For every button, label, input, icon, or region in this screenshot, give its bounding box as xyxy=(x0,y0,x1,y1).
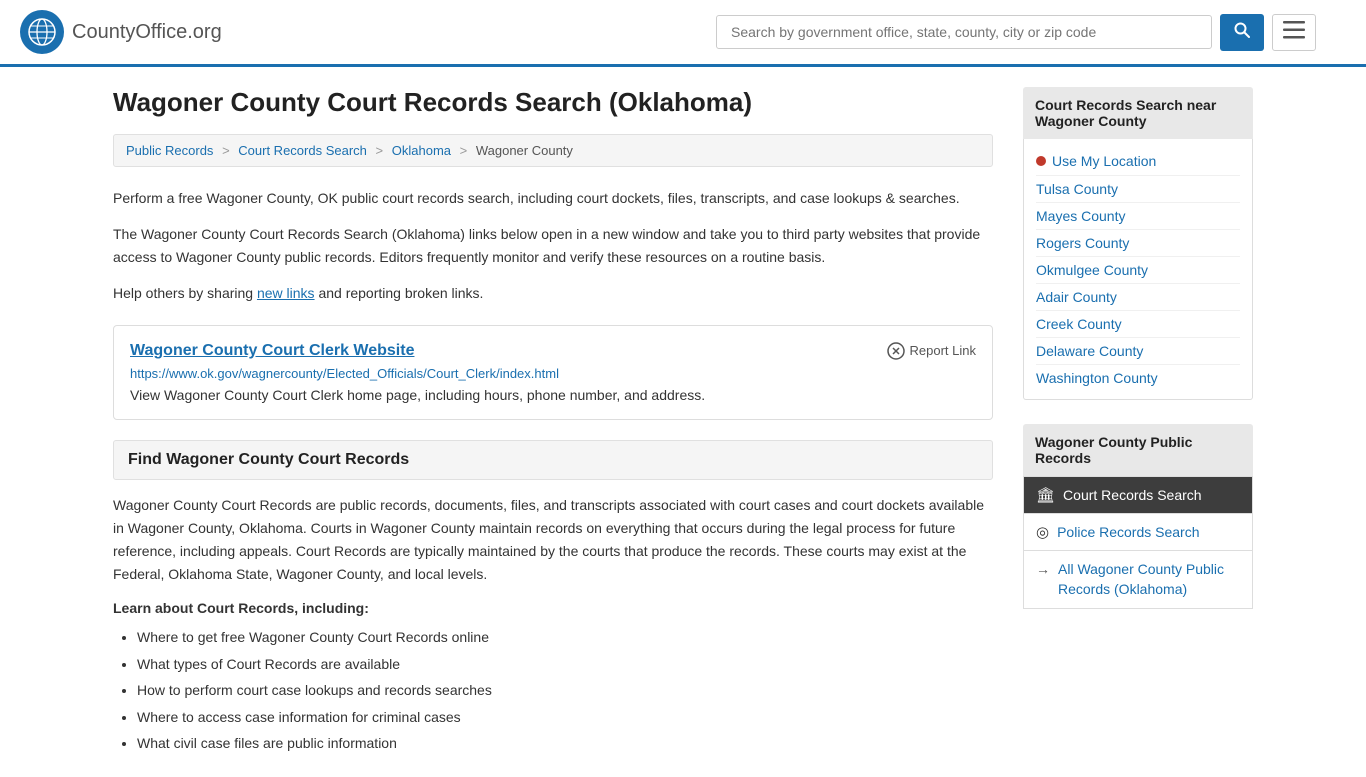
breadcrumb-court-records-search[interactable]: Court Records Search xyxy=(238,143,367,158)
search-button[interactable] xyxy=(1220,14,1264,51)
description-para3: Help others by sharing new links and rep… xyxy=(113,282,993,304)
breadcrumb: Public Records > Court Records Search > … xyxy=(113,134,993,167)
list-item: How to perform court case lookups and re… xyxy=(137,677,993,704)
find-section-body: Wagoner County Court Records are public … xyxy=(113,494,993,586)
sidebar-nearby-county-link[interactable]: Rogers County xyxy=(1036,230,1240,257)
sidebar: Court Records Search near Wagoner County… xyxy=(1023,87,1253,757)
link-card-title[interactable]: Wagoner County Court Clerk Website xyxy=(130,342,414,360)
location-dot-icon xyxy=(1036,156,1046,166)
sidebar-record-item[interactable]: ◎ Police Records Search xyxy=(1023,514,1253,551)
sidebar-public-records: Wagoner County Public Records 🏛 Court Rec… xyxy=(1023,424,1253,609)
sidebar-nearby-county-link[interactable]: Delaware County xyxy=(1036,338,1240,365)
link-card: Wagoner County Court Clerk Website Repor… xyxy=(113,325,993,420)
breadcrumb-wagoner-county: Wagoner County xyxy=(476,143,573,158)
record-icon: ◎ xyxy=(1036,523,1049,541)
search-input[interactable] xyxy=(716,15,1212,49)
content-area: Wagoner County Court Records Search (Okl… xyxy=(113,87,993,757)
record-item-link[interactable]: Police Records Search xyxy=(1057,524,1199,540)
breadcrumb-oklahoma[interactable]: Oklahoma xyxy=(392,143,451,158)
sidebar-nearby: Court Records Search near Wagoner County… xyxy=(1023,87,1253,400)
logo-text: CountyOffice.org xyxy=(72,21,222,44)
all-records-link[interactable]: All Wagoner County Public Records (Oklah… xyxy=(1058,560,1240,599)
sidebar-nearby-county-link[interactable]: Tulsa County xyxy=(1036,176,1240,203)
sidebar-nearby-county-link[interactable]: Washington County xyxy=(1036,365,1240,391)
learn-bullets: Where to get free Wagoner County Court R… xyxy=(113,624,993,757)
sidebar-records-items: 🏛 Court Records Search ◎ Police Records Sea… xyxy=(1023,476,1253,551)
find-section-heading: Find Wagoner County Court Records xyxy=(128,451,978,469)
list-item: Where to access case information for cri… xyxy=(137,704,993,731)
list-item: What types of Court Records are availabl… xyxy=(137,651,993,678)
report-link-button[interactable]: Report Link xyxy=(887,342,976,360)
menu-button[interactable] xyxy=(1272,14,1316,51)
list-item: Where to get free Wagoner County Court R… xyxy=(137,624,993,651)
record-icon: 🏛 xyxy=(1036,486,1055,504)
sidebar-nearby-county-link[interactable]: Creek County xyxy=(1036,311,1240,338)
search-area xyxy=(716,14,1316,51)
sidebar-public-title: Wagoner County Public Records xyxy=(1023,424,1253,476)
sidebar-all-records[interactable]: → All Wagoner County Public Records (Okl… xyxy=(1023,551,1253,609)
link-card-url[interactable]: https://www.ok.gov/wagnercounty/Elected_… xyxy=(130,366,976,381)
description-para2: The Wagoner County Court Records Search … xyxy=(113,223,993,268)
main-container: Wagoner County Court Records Search (Okl… xyxy=(83,67,1283,777)
learn-label: Learn about Court Records, including: xyxy=(113,600,993,616)
sidebar-nearby-county-link[interactable]: Okmulgee County xyxy=(1036,257,1240,284)
use-my-location[interactable]: Use My Location xyxy=(1036,147,1240,176)
page-title: Wagoner County Court Records Search (Okl… xyxy=(113,87,993,118)
arrow-icon: → xyxy=(1036,561,1050,577)
description-para1: Perform a free Wagoner County, OK public… xyxy=(113,187,993,209)
sidebar-nearby-title: Court Records Search near Wagoner County xyxy=(1023,87,1253,139)
sidebar-nearby-county-link[interactable]: Mayes County xyxy=(1036,203,1240,230)
link-card-desc: View Wagoner County Court Clerk home pag… xyxy=(130,387,976,403)
sidebar-record-item[interactable]: 🏛 Court Records Search xyxy=(1023,476,1253,514)
list-item: What civil case files are public informa… xyxy=(137,730,993,757)
site-header: CountyOffice.org xyxy=(0,0,1366,67)
nearby-counties-list: Tulsa CountyMayes CountyRogers CountyOkm… xyxy=(1036,176,1240,391)
logo-icon xyxy=(20,10,64,54)
sidebar-nearby-links: Use My Location Tulsa CountyMayes County… xyxy=(1023,139,1253,400)
breadcrumb-public-records[interactable]: Public Records xyxy=(126,143,213,158)
find-section-box: Find Wagoner County Court Records xyxy=(113,440,993,480)
new-links-link[interactable]: new links xyxy=(257,285,315,301)
logo-area[interactable]: CountyOffice.org xyxy=(20,10,222,54)
sidebar-nearby-county-link[interactable]: Adair County xyxy=(1036,284,1240,311)
record-item-label: Court Records Search xyxy=(1063,487,1202,503)
